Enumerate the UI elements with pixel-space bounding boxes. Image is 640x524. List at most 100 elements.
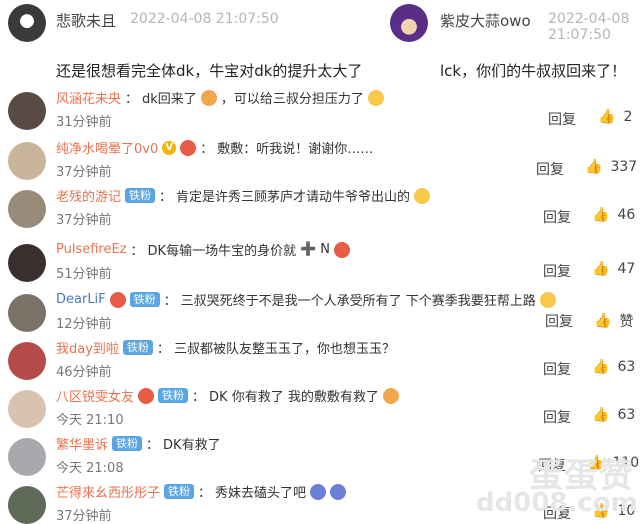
like-count: 47 <box>617 261 636 277</box>
comment-text: 三叔哭死终于不是我一个人承受所有了 下个赛季我要狂帮上路 <box>180 294 536 309</box>
comment-username[interactable]: 风涵花未央 <box>56 88 121 107</box>
like-button[interactable]: 👍 2 <box>598 109 632 125</box>
comment-username[interactable]: 八区锐雯女友 <box>56 386 134 405</box>
avatar[interactable] <box>8 486 46 524</box>
crying-emoji-icon <box>382 387 399 404</box>
comment-row: DearLiF 铁粉 ： 三叔哭死终于不是我一个人承受所有了 下个赛季我要狂帮上… <box>0 290 640 336</box>
avatar[interactable] <box>8 4 46 42</box>
reply-button[interactable]: 回复 <box>548 109 576 129</box>
comment-row: 风涵花未央 ： dk回来了 ，可以给三叔分担压力了 31分钟前 回复 👍 2 <box>0 88 640 134</box>
fan-badge: 铁粉 <box>129 292 160 307</box>
thumbs-up-icon: 👍 <box>585 159 603 175</box>
emoji-icon <box>138 387 155 404</box>
thumbs-up-icon: 👍 <box>594 313 612 329</box>
doge-emoji-icon <box>539 291 556 308</box>
verified-badge: V <box>162 140 177 155</box>
like-button[interactable]: 👍 63 <box>592 359 635 375</box>
comment-time: 31分钟前 <box>56 115 112 130</box>
like-count: 赞 <box>619 314 634 330</box>
comment-text: 肯定是许秀三顾茅庐才请动牛爷爷出山的 <box>176 190 411 205</box>
like-button[interactable]: 👍 337 <box>585 159 637 175</box>
emoji-icon <box>334 241 351 258</box>
fan-badge: 铁粉 <box>164 484 195 499</box>
comment-username[interactable]: 老残的游记 <box>56 186 121 205</box>
like-count: 46 <box>617 207 636 223</box>
top-left-comment: 还是很想看完全体dk，牛宝对dk的提升太大了 <box>56 62 363 80</box>
top-right-comment: lck，你们的牛叔叔回来了！ <box>440 62 627 80</box>
avatar[interactable] <box>8 92 46 130</box>
comment-username[interactable]: 纯净水喝晕了0v0 <box>56 138 158 157</box>
comment-time: 37分钟前 <box>56 213 112 228</box>
avatar[interactable] <box>8 190 46 228</box>
plus-icon: ➕ <box>300 242 317 257</box>
like-count: 63 <box>617 407 636 423</box>
fan-badge: 铁粉 <box>122 340 153 355</box>
like-count: 337 <box>610 159 638 175</box>
comment-row: 老残的游记 铁粉 ： 肯定是许秀三顾茅庐才请动牛爷爷出山的 37分钟前 回复 👍… <box>0 186 640 232</box>
comment-text: dk回来了 <box>142 92 197 107</box>
comment-time: 今天 21:10 <box>56 413 124 428</box>
comment-time: 46分钟前 <box>56 365 112 380</box>
avatar[interactable] <box>8 142 46 180</box>
emoji-icon <box>330 483 347 500</box>
like-button[interactable]: 👍 46 <box>592 207 635 223</box>
top-left-time: 2022-04-08 21:07:50 <box>130 11 279 27</box>
comment-text-2: N <box>320 242 331 257</box>
comment-username[interactable]: 芒得來幺西彤彤子 <box>56 482 160 501</box>
doge-emoji-icon <box>367 89 384 106</box>
avatar[interactable] <box>8 342 46 380</box>
comment-time: 12分钟前 <box>56 317 112 332</box>
thumbs-up-icon: 👍 <box>592 407 610 423</box>
top-left-username[interactable]: 悲歌未且 <box>56 10 116 31</box>
emoji-icon <box>310 483 327 500</box>
comment-text: 秀妹去磕头了吧 <box>215 486 307 501</box>
like-button[interactable]: 👍 47 <box>592 261 635 277</box>
comment-row: 纯净水喝晕了0v0 V ： 敷敷：听我说！谢谢你…… 37分钟前 回复 👍 33… <box>0 138 640 184</box>
comment-text: 三叔都被队友整玉玉了，你也想玉玉？ <box>173 342 395 357</box>
top-right-username[interactable]: 紫皮大蒜owo <box>440 10 531 31</box>
comment-username[interactable]: DearLiF <box>56 292 106 307</box>
comment-text-2: ，可以给三叔分担压力了 <box>220 92 364 107</box>
comment-text: 敷敷：听我说！谢谢你…… <box>217 142 374 157</box>
crying-emoji-icon <box>200 89 217 106</box>
reply-button[interactable]: 回复 <box>543 261 571 281</box>
like-button[interactable]: 👍 赞 <box>594 311 633 331</box>
avatar[interactable] <box>8 294 46 332</box>
emoji-icon <box>109 291 126 308</box>
comment-username[interactable]: 我day到啦 <box>56 338 119 357</box>
emoji-icon <box>180 139 197 156</box>
top-right-time: 2022-04-08 21:07:50 <box>548 11 630 43</box>
comment-time: 37分钟前 <box>56 509 112 524</box>
like-button[interactable]: 👍 63 <box>592 407 635 423</box>
comment-text: DK有救了 <box>163 438 221 453</box>
fan-badge: 铁粉 <box>112 436 143 451</box>
thumbs-up-icon: 👍 <box>592 207 610 223</box>
comment-text: DK每输一场牛宝的身价就 <box>147 244 297 259</box>
fan-badge: 铁粉 <box>125 188 156 203</box>
fan-badge: 铁粉 <box>158 388 189 403</box>
comment-time: 今天 21:08 <box>56 461 124 476</box>
thumbs-up-icon: 👍 <box>592 359 610 375</box>
avatar[interactable] <box>390 4 428 42</box>
avatar[interactable] <box>8 390 46 428</box>
comment-username[interactable]: 繁华墨诉 <box>56 434 108 453</box>
avatar[interactable] <box>8 244 46 282</box>
thumbs-up-icon: 👍 <box>598 109 616 125</box>
comment-row: 八区锐雯女友 铁粉 ： DK 你有救了 我的敷敷有救了 今天 21:10 回复 … <box>0 386 640 432</box>
comment-time: 37分钟前 <box>56 165 112 180</box>
thumbs-up-icon: 👍 <box>592 261 610 277</box>
like-count: 2 <box>623 109 633 125</box>
reply-button[interactable]: 回复 <box>536 159 564 179</box>
doge-emoji-icon <box>414 187 431 204</box>
reply-button[interactable]: 回复 <box>543 207 571 227</box>
comment-row: PulsefireEz ： DK每输一场牛宝的身价就 ➕ N 51分钟前 回复 … <box>0 240 640 286</box>
reply-button[interactable]: 回复 <box>543 407 571 427</box>
comment-username[interactable]: PulsefireEz <box>56 242 127 257</box>
like-count: 63 <box>617 359 636 375</box>
watermark-url: dd008.com <box>476 488 638 518</box>
avatar[interactable] <box>8 438 46 476</box>
reply-button[interactable]: 回复 <box>545 311 573 331</box>
comment-text: DK 你有救了 我的敷敷有救了 <box>209 390 379 405</box>
comment-row: 我day到啦 铁粉 ： 三叔都被队友整玉玉了，你也想玉玉？ 46分钟前 回复 👍… <box>0 338 640 384</box>
reply-button[interactable]: 回复 <box>543 359 571 379</box>
